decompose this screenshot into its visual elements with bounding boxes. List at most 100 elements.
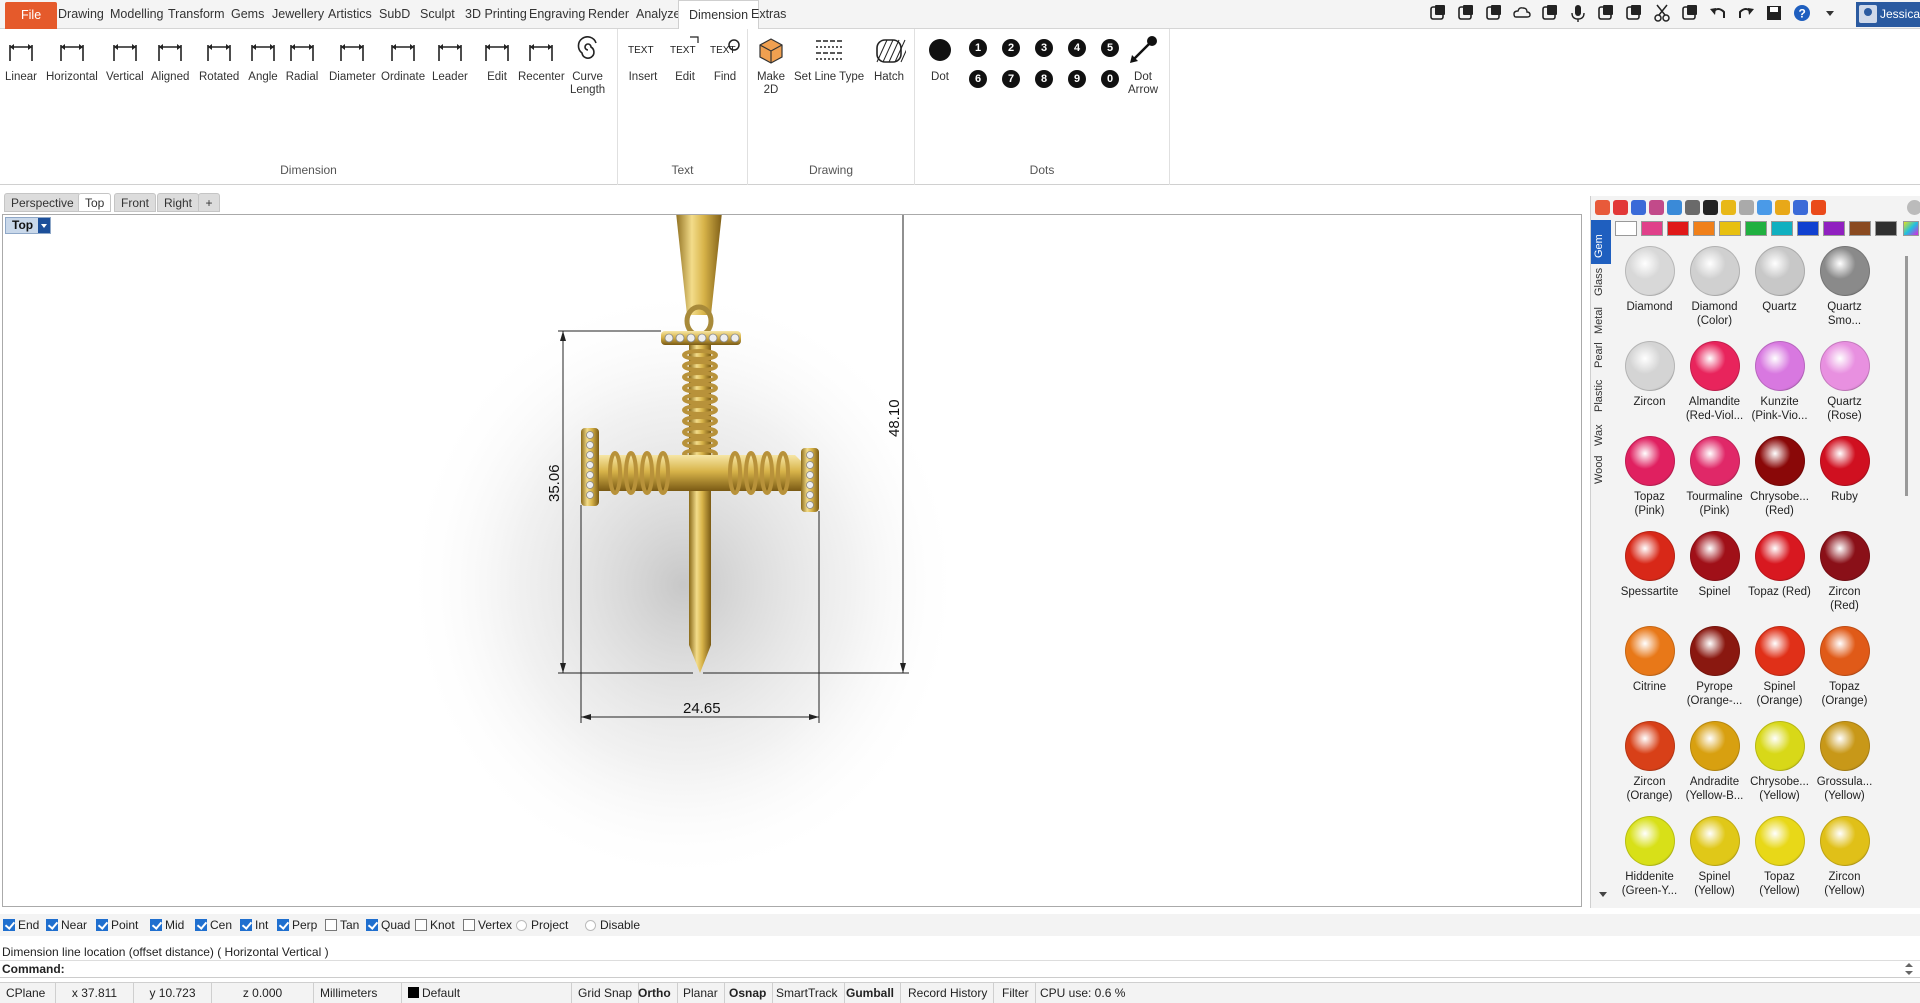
osnap-point[interactable]: Point [96,917,138,933]
gem-spinel-yellow[interactable]: Spinel (Yellow) [1682,816,1747,898]
gem-grossula-yellow[interactable]: Grossula... (Yellow) [1812,721,1877,803]
color-swatch[interactable] [1849,221,1871,236]
status-cplane[interactable]: CPlane [0,983,56,1003]
material-library-icon[interactable] [1811,200,1826,215]
dot-number-0[interactable]: 0 [1101,70,1119,88]
osnap-quad[interactable]: Quad [366,917,410,933]
ribbon-button-find[interactable]: TEXT Find [708,33,742,84]
gem-ruby[interactable]: Ruby [1812,436,1877,504]
color-swatch[interactable] [1797,221,1819,236]
status-layer[interactable]: Default [402,983,572,1003]
gem-topaz-pink[interactable]: Topaz (Pink) [1617,436,1682,518]
gem-zircon-orange[interactable]: Zircon (Orange) [1617,721,1682,803]
dimension-width[interactable]: 24.65 [683,700,721,717]
ribbon-button-radial[interactable]: Radial [285,33,319,84]
ribbon-button-angle[interactable]: Angle [246,33,280,84]
osnap-end[interactable]: End [3,917,39,933]
cloud-icon[interactable] [1512,3,1534,25]
dot-number-3[interactable]: 3 [1035,39,1053,57]
gem-zircon[interactable]: Zircon [1617,341,1682,409]
ribbon-button-ordinate[interactable]: Ordinate [381,33,425,84]
color-swatch[interactable] [1823,221,1845,236]
gem-hiddenite-green-y[interactable]: Hiddenite (Green-Y... [1617,816,1682,898]
osnap-near[interactable]: Near [46,917,87,933]
dimension-height-total[interactable]: 48.10 [886,399,903,437]
link-icon[interactable] [1484,3,1506,25]
viewport-tab-right[interactable]: Right [157,193,200,212]
osnap-tan[interactable]: Tan [325,917,359,933]
material-library-icon[interactable] [1721,200,1736,215]
ribbon-button-diameter[interactable]: Diameter [329,33,376,84]
gem-spinel-orange[interactable]: Spinel (Orange) [1747,626,1812,708]
viewport-menu-icon[interactable] [38,218,50,233]
category-tab-gem[interactable]: Gem [1591,220,1611,264]
menu-tab-extras[interactable]: Extras [741,0,796,29]
command-scroll-icon[interactable] [1904,962,1914,976]
toggle-grid-snap[interactable]: Grid Snap [572,983,640,1003]
save-icon[interactable] [1764,3,1786,25]
dot-number-1[interactable]: 1 [969,39,987,57]
color-swatch[interactable] [1667,221,1689,236]
color-swatch[interactable] [1693,221,1715,236]
material-library-icon[interactable] [1685,200,1700,215]
osnap-int[interactable]: Int [240,917,268,933]
material-library-icon[interactable] [1595,200,1610,215]
viewport-tab-perspective[interactable]: Perspective [4,193,81,212]
osnap-vertex[interactable]: Vertex [463,917,512,933]
osnap-disable[interactable]: Disable [585,917,640,933]
panel-scrollbar[interactable] [1903,248,1911,848]
color-swatch[interactable] [1615,221,1637,236]
ribbon-button-set-line-type[interactable]: Set Line Type [794,33,864,84]
checkbox-icon[interactable] [463,919,475,931]
osnap-perp[interactable]: Perp [277,917,317,933]
ribbon-button-dot[interactable]: Dot [923,33,957,84]
scroll-down-icon[interactable] [1597,890,1609,900]
osnap-knot[interactable]: Knot [415,917,455,933]
category-tab-wax[interactable]: Wax [1591,418,1611,452]
gem-spessartite[interactable]: Spessartite [1617,531,1682,599]
color-swatch[interactable] [1641,221,1663,236]
gem-diamond-color[interactable]: Diamond (Color) [1682,246,1747,328]
osnap-cen[interactable]: Cen [195,917,232,933]
material-library-icon[interactable] [1739,200,1754,215]
category-tab-wood[interactable]: Wood [1591,452,1611,490]
material-library-icon[interactable] [1775,200,1790,215]
checkbox-icon[interactable] [366,919,378,931]
zoom-icon[interactable] [1596,3,1618,25]
ribbon-button-horizontal[interactable]: Horizontal [46,33,98,84]
help-icon[interactable]: ? [1792,3,1814,25]
scroll-thumb[interactable] [1905,256,1908,496]
dot-number-9[interactable]: 9 [1068,70,1086,88]
ribbon-button-insert[interactable]: TEXT Insert [626,33,660,84]
status-units[interactable]: Millimeters [314,983,402,1003]
user-account[interactable]: Jessica [1856,2,1920,27]
material-library-icon[interactable] [1703,200,1718,215]
panel-settings-icon[interactable] [1907,200,1920,215]
toggle-record-history[interactable]: Record History [902,983,995,1003]
checkbox-icon[interactable] [3,919,15,931]
toggle-smarttrack[interactable]: SmartTrack [770,983,845,1003]
gem-topaz-red[interactable]: Topaz (Red) [1747,531,1812,599]
checkbox-icon[interactable] [46,919,58,931]
gem-quartz-smo[interactable]: Quartz Smo... [1812,246,1877,328]
dot-number-7[interactable]: 7 [1002,70,1020,88]
microphone-icon[interactable] [1568,3,1590,25]
viewport-label[interactable]: Top [5,217,51,234]
ribbon-button-linear[interactable]: Linear [4,33,38,84]
gem-topaz-yellow[interactable]: Topaz (Yellow) [1747,816,1812,898]
ribbon-button-rotated[interactable]: Rotated [199,33,239,84]
viewport-tab-top[interactable]: Top [78,193,112,212]
material-library-icon[interactable] [1793,200,1808,215]
dot-number-8[interactable]: 8 [1035,70,1053,88]
paste-icon[interactable] [1680,3,1702,25]
gem-quartz[interactable]: Quartz [1747,246,1812,314]
undo-icon[interactable] [1708,3,1730,25]
toggle-filter[interactable]: Filter [996,983,1036,1003]
checkbox-icon[interactable] [96,919,108,931]
ribbon-button-dot-arrow[interactable]: Dot Arrow [1126,33,1160,97]
category-tab-metal[interactable]: Metal [1591,302,1611,340]
gem-spinel[interactable]: Spinel [1682,531,1747,599]
osnap-mid[interactable]: Mid [150,917,184,933]
dot-number-5[interactable]: 5 [1101,39,1119,57]
checkbox-icon[interactable] [195,919,207,931]
